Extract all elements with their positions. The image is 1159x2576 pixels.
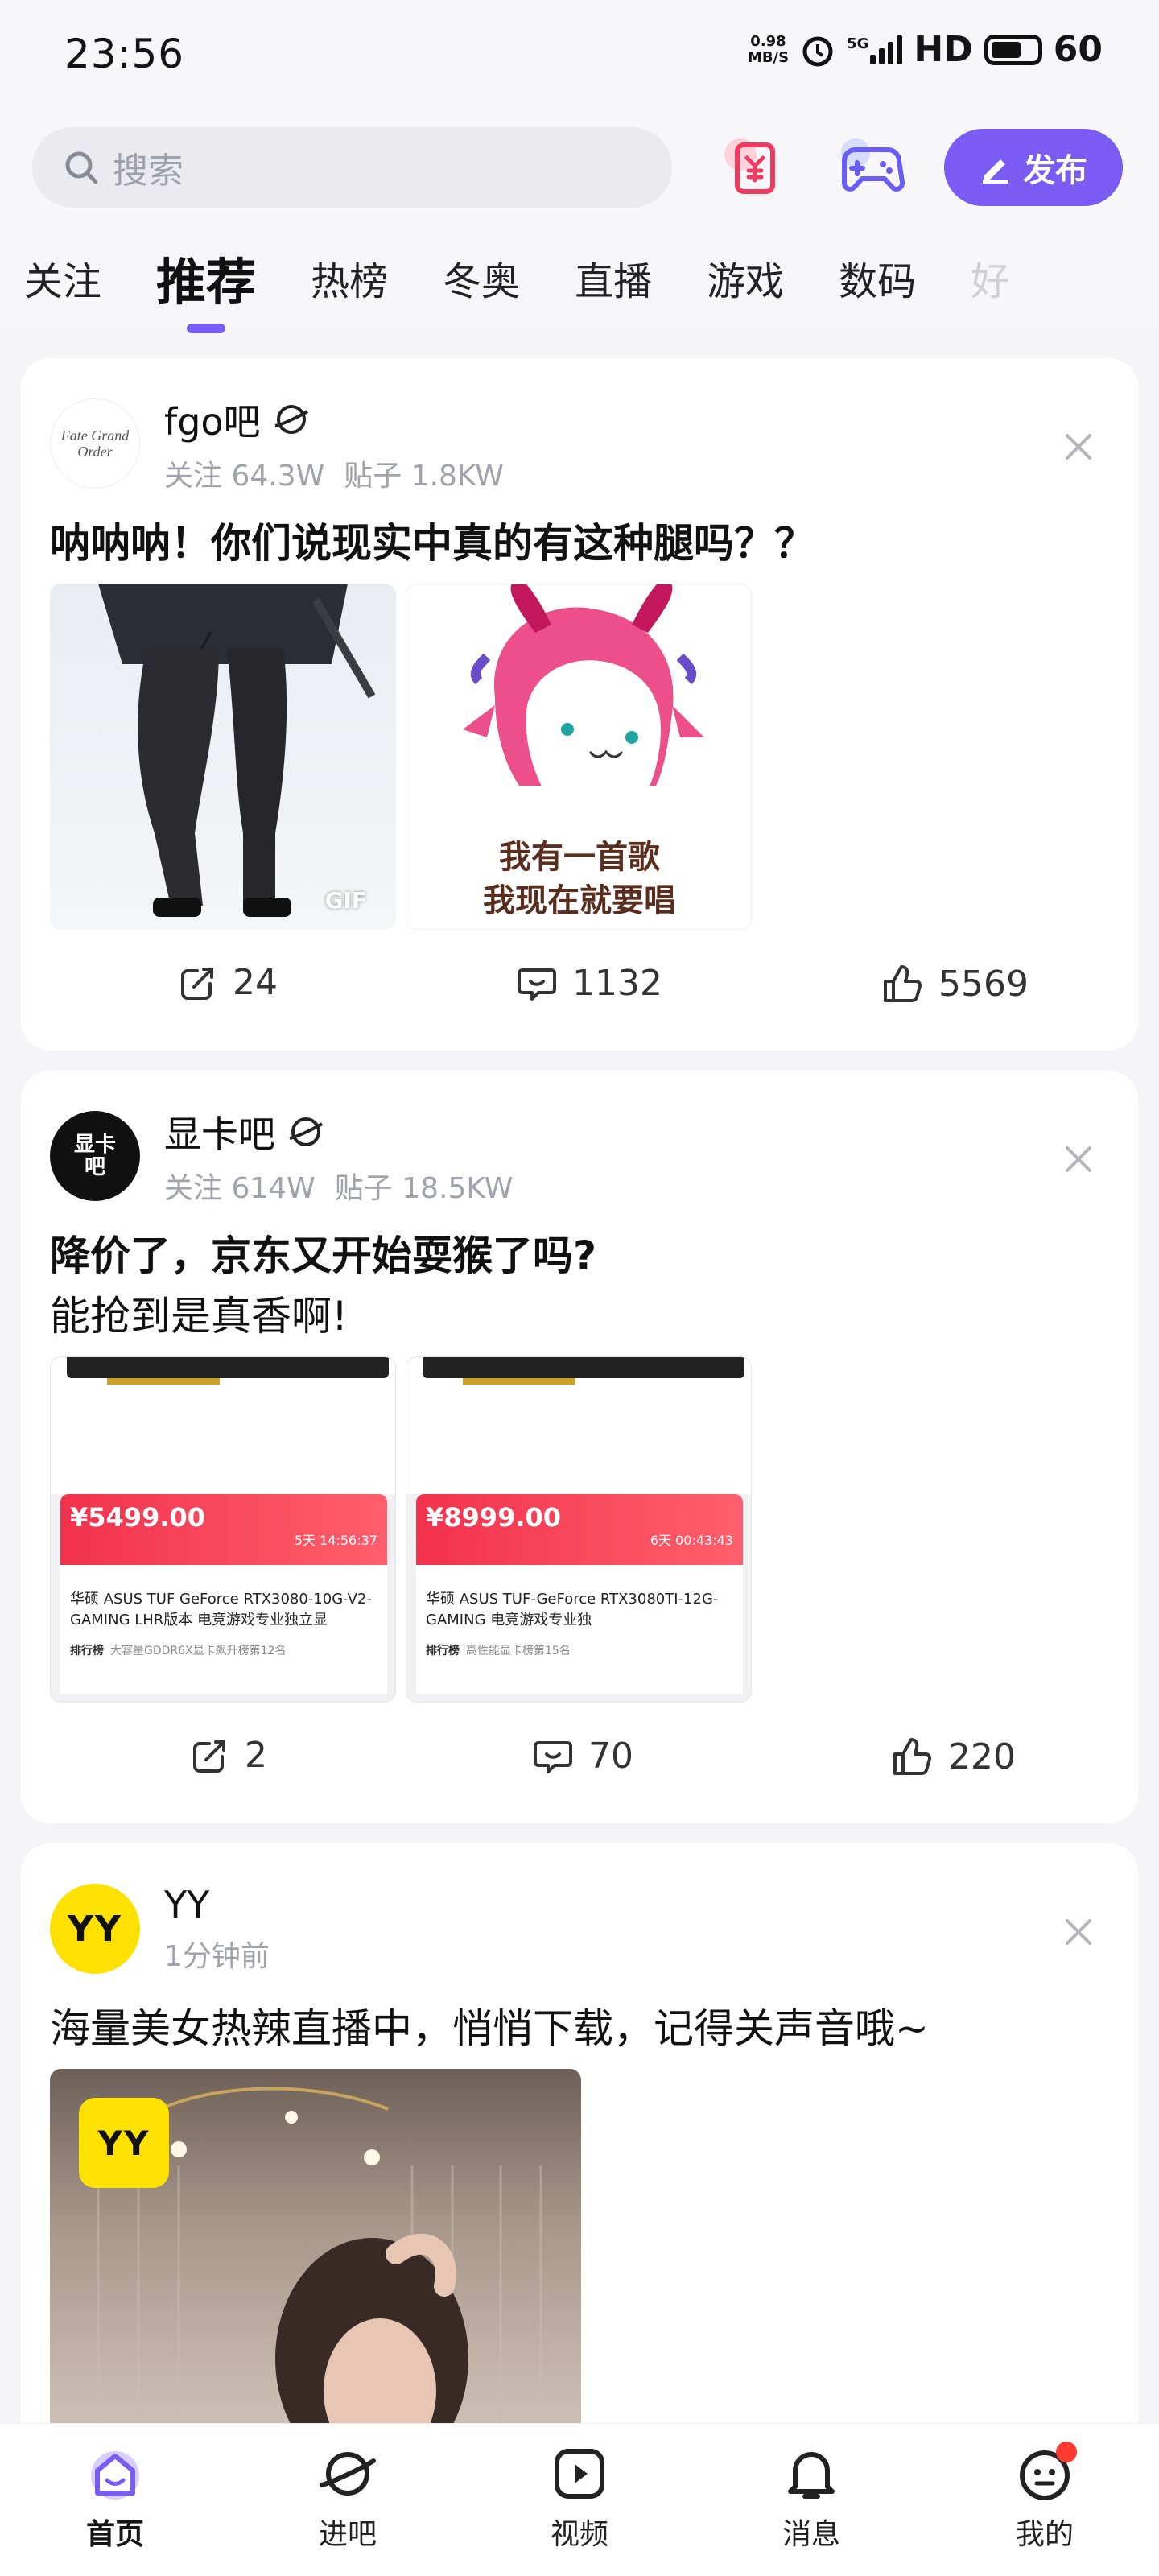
status-bar: 23:56 0.98 MB/S 5G HD 60 [0, 0, 1159, 105]
share-button[interactable]: 24 [178, 962, 278, 1003]
battery-level: 60 [1053, 29, 1103, 70]
close-icon[interactable] [1059, 1140, 1098, 1179]
advertiser-name[interactable]: YY [164, 1883, 270, 1926]
video-play-icon [555, 2449, 604, 2499]
yy-logo: YY [79, 2098, 169, 2188]
planet-icon [320, 2452, 376, 2496]
nav-video[interactable]: 视频 [515, 2442, 644, 2553]
pen-icon [983, 159, 1008, 184]
ad-video-thumbnail[interactable]: YY [50, 2069, 581, 2455]
post-subtitle: 能抢到是真香啊! [50, 1293, 349, 1340]
share-icon [181, 967, 213, 1000]
post-image[interactable]: ¥5499.00 5天 14:56:37 华硕 ASUS TUF GeForce… [50, 1356, 396, 1703]
like-button[interactable]: 220 [890, 1735, 1016, 1778]
ad-card[interactable]: YY YY 1分钟前 海量美女热辣直播中，悄悄下载，记得关声音哦~ YY [21, 1843, 1138, 2455]
yy-avatar[interactable]: YY [50, 1884, 140, 1974]
tab-winter-olympics[interactable]: 冬奥 [443, 250, 520, 306]
post-title[interactable]: 呐呐呐！你们说现实中真的有这种腿吗？？ [50, 511, 815, 569]
tab-games[interactable]: 游戏 [707, 250, 784, 306]
gif-badge: GIF [324, 887, 367, 914]
post-actions: 2 70 220 [21, 1735, 1138, 1799]
tab-recommend[interactable]: 推荐 [156, 242, 256, 314]
tab-live[interactable]: 直播 [575, 250, 652, 306]
game-controller-icon[interactable] [827, 122, 916, 211]
post-actions: 24 1132 5569 [21, 962, 1138, 1026]
post-header: Fate Grand Order fgo吧 关注 64.3W 贴子 1.8KW [50, 393, 504, 493]
forum-avatar[interactable]: 显卡吧 [50, 1111, 140, 1201]
tab-follow[interactable]: 关注 [24, 250, 101, 306]
battery-icon [984, 34, 1042, 65]
thumbs-up-icon [893, 1738, 932, 1775]
share-icon [193, 1740, 225, 1773]
category-tabs: 关注 推荐 热榜 冬奥 直播 游戏 数码 好 [0, 225, 1159, 330]
search-placeholder: 搜索 [113, 151, 184, 192]
close-icon[interactable] [1059, 1913, 1098, 1951]
planet-icon [289, 1117, 324, 1146]
comment-icon [518, 968, 556, 1001]
forum-name[interactable]: fgo吧 [164, 393, 504, 446]
forum-avatar[interactable]: Fate Grand Order [50, 398, 140, 489]
thumbs-up-icon [884, 965, 922, 1002]
notification-dot [1056, 2442, 1077, 2462]
nav-home[interactable]: 首页 [51, 2442, 179, 2553]
alarm-icon [802, 36, 833, 66]
top-header: 搜索 发布 [0, 105, 1159, 225]
home-icon [91, 2451, 139, 2500]
bell-icon [788, 2452, 835, 2499]
close-icon[interactable] [1059, 427, 1098, 466]
post-image[interactable]: 我有一首歌 我现在就要唱 [406, 584, 752, 930]
post-card[interactable]: 显卡吧 显卡吧 关注 614W 贴子 18.5KW 降价了，京东又开始耍猴了吗?… [21, 1071, 1138, 1823]
wallet-icon[interactable] [708, 122, 797, 211]
search-icon [65, 151, 98, 184]
post-card[interactable]: Fate Grand Order fgo吧 关注 64.3W 贴子 1.8KW … [21, 358, 1138, 1051]
sticker-caption: 我有一首歌 我现在就要唱 [483, 839, 676, 919]
search-bar[interactable]: 搜索 [32, 127, 672, 208]
hd-label: HD [914, 29, 973, 70]
bottom-navigation: 首页 进吧 视频 消息 我的 [0, 2423, 1159, 2576]
nav-forums[interactable]: 进吧 [283, 2442, 412, 2553]
post-image[interactable]: ¥8999.00 6天 00:43:43 华硕 ASUS TUF-GeForce… [406, 1356, 752, 1703]
forum-name[interactable]: 显卡吧 [164, 1105, 513, 1158]
status-icons: 0.98 MB/S 5G HD 60 [748, 29, 1103, 70]
tab-hot[interactable]: 热榜 [311, 250, 388, 306]
post-title[interactable]: 降价了，京东又开始耍猴了吗? [50, 1224, 596, 1282]
post-image[interactable]: GIF [50, 584, 396, 930]
planet-icon [274, 405, 308, 434]
network-type: 5G [847, 35, 869, 52]
nav-messages[interactable]: 消息 [747, 2442, 876, 2553]
signal-icon [870, 35, 903, 64]
comment-icon [534, 1741, 572, 1773]
tab-digital[interactable]: 数码 [839, 250, 916, 306]
tab-more[interactable]: 好 [971, 250, 1009, 306]
like-button[interactable]: 5569 [881, 962, 1029, 1005]
publish-button[interactable]: 发布 [944, 129, 1123, 206]
ad-title[interactable]: 海量美女热辣直播中，悄悄下载，记得关声音哦~ [50, 1996, 929, 2054]
nav-profile[interactable]: 我的 [980, 2442, 1109, 2553]
status-time: 23:56 [64, 31, 185, 77]
post-header: YY YY 1分钟前 [50, 1880, 270, 1977]
forum-stats: 关注 64.3W 贴子 1.8KW [164, 460, 504, 493]
post-time: 1分钟前 [164, 1940, 270, 1973]
publish-label: 发布 [1023, 152, 1087, 189]
comment-button[interactable]: 70 [532, 1735, 633, 1777]
comment-button[interactable]: 1132 [516, 962, 662, 1004]
share-button[interactable]: 2 [190, 1735, 267, 1776]
network-speed: 0.98 MB/S [747, 32, 790, 66]
forum-stats: 关注 614W 贴子 18.5KW [164, 1172, 514, 1205]
post-header: 显卡吧 显卡吧 关注 614W 贴子 18.5KW [50, 1105, 514, 1205]
